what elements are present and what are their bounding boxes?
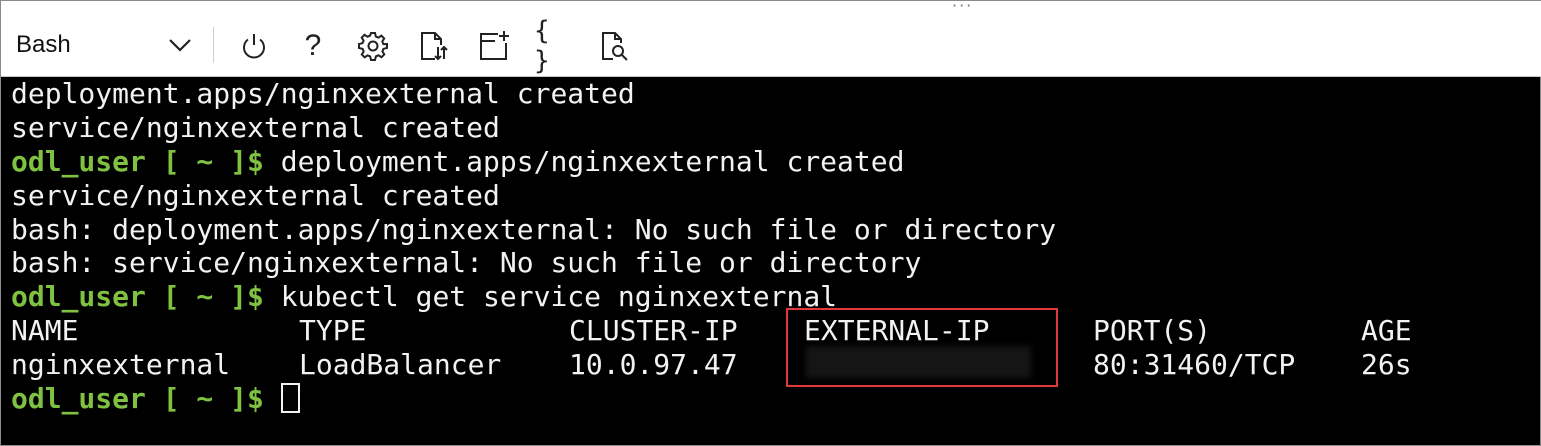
new-session-icon xyxy=(480,31,509,60)
cell-age: 26s xyxy=(1361,348,1412,382)
prompt-line: odl_user [ ~ ]$ xyxy=(11,382,1536,416)
output-line: deployment.apps/nginxexternal created xyxy=(11,77,635,110)
cell-name: nginxexternal xyxy=(11,348,231,382)
terminal-cursor xyxy=(280,383,300,414)
new-session-button[interactable] xyxy=(475,27,513,65)
external-ip-highlight-box xyxy=(786,308,1058,387)
chevron-down-icon xyxy=(169,39,191,52)
upload-download-button[interactable] xyxy=(414,27,452,65)
web-preview-icon xyxy=(602,32,628,61)
resize-grip[interactable]: ··· xyxy=(952,0,973,14)
help-icon: ? xyxy=(304,29,322,62)
error-line: bash: deployment.apps/nginxexternal: No … xyxy=(11,212,1057,246)
editor-button[interactable]: { } xyxy=(534,16,572,76)
shell-prompt: odl_user [ ~ ]$ xyxy=(11,144,264,178)
shell-type-dropdown[interactable]: Bash xyxy=(9,23,199,67)
upload-download-icon xyxy=(421,32,448,61)
prompt-line: odl_user [ ~ ]$ kubectl get service ngin… xyxy=(11,280,1536,314)
help-button[interactable]: ? xyxy=(294,27,332,65)
service-table-row: nginxexternal LoadBalancer 10.0.97.47 80… xyxy=(11,348,1536,382)
shell-type-label: Bash xyxy=(16,31,71,58)
header-name: NAME xyxy=(11,314,79,348)
settings-icon xyxy=(358,32,388,61)
cell-type: LoadBalancer xyxy=(299,348,502,382)
command-text: deployment.apps/nginxexternal created xyxy=(280,144,905,178)
editor-braces-icon: { } xyxy=(534,16,550,76)
command-text: kubectl get service nginxexternal xyxy=(280,280,838,314)
service-table-header: NAME TYPE CLUSTER-IP EXTERNAL-IP PORT(S)… xyxy=(11,314,1536,348)
header-age: AGE xyxy=(1361,314,1412,348)
toolbar-divider xyxy=(213,27,214,63)
power-icon xyxy=(243,34,265,59)
header-cluster-ip: CLUSTER-IP xyxy=(569,314,738,348)
toolbar: ··· Bash ? {} xyxy=(1,0,1541,77)
error-line: bash: service/nginxexternal: No such fil… xyxy=(11,246,922,280)
cell-cluster-ip: 10.0.97.47 xyxy=(569,348,738,382)
output-line: service/nginxexternal created xyxy=(11,110,500,144)
prompt-line: odl_user [ ~ ]$ deployment.apps/nginxext… xyxy=(11,145,1536,179)
web-preview-button[interactable] xyxy=(595,27,633,65)
terminal-output[interactable]: deployment.apps/nginxexternal created se… xyxy=(11,77,1536,416)
shell-prompt: odl_user [ ~ ]$ xyxy=(11,280,264,314)
cloud-shell-window: ··· Bash ? {} deployment.apps/nginxexte… xyxy=(0,0,1541,446)
header-ports: PORT(S) xyxy=(1093,314,1212,348)
cell-ports: 80:31460/TCP xyxy=(1093,348,1296,382)
header-type: TYPE xyxy=(299,314,367,348)
output-line: service/nginxexternal created xyxy=(11,178,500,212)
settings-button[interactable] xyxy=(354,27,392,65)
restart-button[interactable] xyxy=(235,27,273,65)
